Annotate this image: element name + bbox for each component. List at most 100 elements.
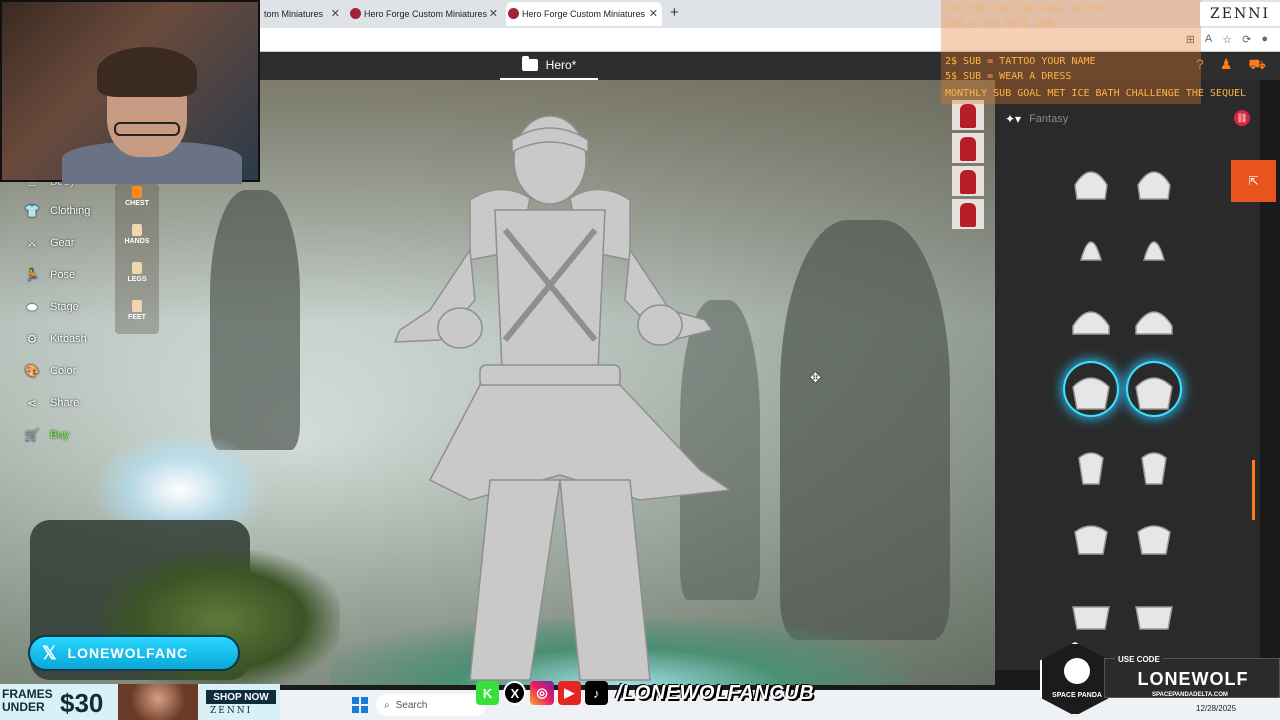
taskbar-search[interactable]: ⌕ Search xyxy=(376,694,486,716)
new-tab-button[interactable]: + xyxy=(670,4,679,21)
base-icon: ⬬ xyxy=(26,299,38,314)
gauntlet-icon xyxy=(1080,241,1102,261)
gauntlet-option[interactable] xyxy=(1065,155,1117,207)
nav-item-pose[interactable]: 🏃 Pose xyxy=(18,261,104,289)
close-tab-icon[interactable]: ✕ xyxy=(489,7,498,20)
sponsor-promo: SPACE PANDA USE CODE LONEWOLF SPACEPANDA… xyxy=(1040,640,1280,720)
side-tab-button[interactable]: ⇱ xyxy=(1231,160,1276,202)
hero-file-tab[interactable]: Hero* xyxy=(500,52,598,80)
nav-item-stage[interactable]: ⬬ Stage xyxy=(18,293,104,321)
subnav-hands[interactable]: HANDS xyxy=(115,222,159,258)
nav-item-gear[interactable]: ⚔ Gear xyxy=(18,229,104,257)
sponsor-name: SPACE PANDA xyxy=(1052,692,1102,699)
outfit-thumbnail[interactable] xyxy=(952,166,984,196)
subnav-chest[interactable]: CHEST xyxy=(115,184,159,220)
nav-item-share[interactable]: ⋖ Share xyxy=(18,389,104,417)
gauntlet-option[interactable] xyxy=(1065,510,1117,562)
gauntlet-option[interactable] xyxy=(1065,220,1117,272)
gauntlet-icon xyxy=(1135,311,1173,335)
hero-name: Hero* xyxy=(545,58,577,72)
close-tab-icon[interactable]: ✕ xyxy=(331,7,340,20)
webcam-hair xyxy=(97,47,197,97)
frames-line: UNDER xyxy=(2,700,45,714)
handle-text: /LONEWOLFANCUB xyxy=(615,681,815,704)
webcam-overlay xyxy=(0,0,260,184)
subnav-label: LEGS xyxy=(127,276,147,283)
nav-label: Pose xyxy=(50,269,76,281)
link-icon[interactable]: ⛓ xyxy=(1234,110,1250,126)
outfit-thumbnail[interactable] xyxy=(952,100,984,130)
gauntlet-option[interactable] xyxy=(1128,220,1180,272)
gauntlet-option[interactable] xyxy=(1128,290,1180,342)
share-icon: ⋖ xyxy=(26,396,38,410)
cart-icon: 🛒 xyxy=(24,428,40,442)
gauntlet-icon xyxy=(1078,452,1104,485)
feet-icon xyxy=(132,300,142,312)
sponsor-site: SPACEPANDADELTA.COM xyxy=(1152,692,1228,698)
search-placeholder: Search xyxy=(395,699,428,711)
windows-start-icon[interactable] xyxy=(352,697,368,713)
goal-line: SUB = SUB HYPE SUB xyxy=(945,18,1054,29)
search-icon: ⌕ xyxy=(384,699,390,711)
outfit-thumbnail[interactable] xyxy=(952,133,984,163)
browser-tab[interactable]: Hero Forge Custom Miniatures ✕ xyxy=(348,2,502,26)
move-cursor-icon: ✥ xyxy=(810,370,821,385)
outfit-thumbnails xyxy=(952,100,984,234)
browser-tab-active[interactable]: Hero Forge Custom Miniatures ✕ xyxy=(506,2,662,26)
nav-label: Gear xyxy=(50,237,75,249)
nav-item-clothing[interactable]: 👕 Clothing xyxy=(18,197,104,225)
gauntlet-option[interactable] xyxy=(1128,510,1180,562)
panel-scrollbar[interactable] xyxy=(1252,460,1255,520)
tab-title: Hero Forge Custom Miniatures xyxy=(364,9,488,19)
nav-label: Stage xyxy=(50,301,79,313)
gauntlet-option[interactable] xyxy=(1065,438,1117,490)
use-code-label: USE CODE xyxy=(1115,655,1163,664)
social-handle-bar: K X ◎ ▶ ♪ /LONEWOLFANCUB xyxy=(476,677,814,709)
gauntlet-icon xyxy=(1135,606,1173,630)
sparkle-icon[interactable]: ✦▾ xyxy=(1005,112,1021,126)
nav-label: Kitbash xyxy=(50,333,87,345)
palette-icon: 🎨 xyxy=(24,364,40,378)
gauntlet-option[interactable] xyxy=(1128,155,1180,207)
panel-filter[interactable]: ✦▾ Fantasy ⛓ xyxy=(1005,110,1250,128)
nav-label: Color xyxy=(50,365,77,377)
hero-forge-favicon xyxy=(508,8,519,19)
goal-line: 2$ SUB = TATTOO YOUR NAME xyxy=(945,56,1096,67)
legs-icon xyxy=(132,262,142,274)
social-handle: LONEWOLFANC xyxy=(67,645,189,661)
panda-face-icon xyxy=(1064,658,1090,684)
close-tab-icon[interactable]: ✕ xyxy=(649,7,658,20)
goal-line: MONTHLY SUB GOAL MET ICE BATH CHALLENGE … xyxy=(945,88,1247,99)
gauntlet-option[interactable] xyxy=(1065,290,1117,342)
nav-label: Clothing xyxy=(50,205,91,217)
gauntlet-option[interactable] xyxy=(1065,363,1117,415)
gauntlet-option[interactable] xyxy=(1065,585,1117,637)
browser-tab[interactable]: tom Miniatures ✕ xyxy=(248,2,344,26)
gauntlet-icon xyxy=(1074,525,1108,555)
promo-code: LONEWOLF xyxy=(1137,669,1249,689)
sword-icon: ⚔ xyxy=(26,236,38,250)
nav-item-color[interactable]: 🎨 Color xyxy=(18,357,104,385)
subnav-feet[interactable]: FEET xyxy=(115,298,159,334)
gauntlet-option[interactable] xyxy=(1128,438,1180,490)
zenni-logo-small: ZENNI xyxy=(210,706,253,716)
frames-text: FRAMES UNDER xyxy=(2,688,53,714)
folder-icon[interactable] xyxy=(521,56,538,71)
subnav-legs[interactable]: LEGS xyxy=(115,260,159,296)
gauntlet-icon xyxy=(1141,452,1167,485)
gauntlet-icon xyxy=(1137,525,1171,555)
gauntlet-icon xyxy=(1074,171,1108,200)
tiktok-icon: ♪ xyxy=(584,681,608,705)
left-category-nav: ♙ Body 👕 Clothing ⚔ Gear 🏃 Pose ⬬ Stage … xyxy=(18,168,104,442)
subnav-label: CHEST xyxy=(125,200,149,207)
x-logo-icon: X xyxy=(503,681,527,705)
gauntlet-option[interactable] xyxy=(1128,585,1180,637)
nav-item-buy[interactable]: 🛒 Buy xyxy=(18,421,104,449)
frames-ad: FRAMES UNDER $30 SHOP NOW ZENNI xyxy=(0,684,280,720)
kick-icon: K xyxy=(476,681,500,705)
nav-item-kitbash[interactable]: ⚙ Kitbash xyxy=(18,325,104,353)
gauntlet-icon xyxy=(1143,241,1165,261)
shop-now-label: SHOP NOW xyxy=(206,690,276,704)
gauntlet-option[interactable] xyxy=(1128,363,1180,415)
outfit-thumbnail[interactable] xyxy=(952,199,984,229)
